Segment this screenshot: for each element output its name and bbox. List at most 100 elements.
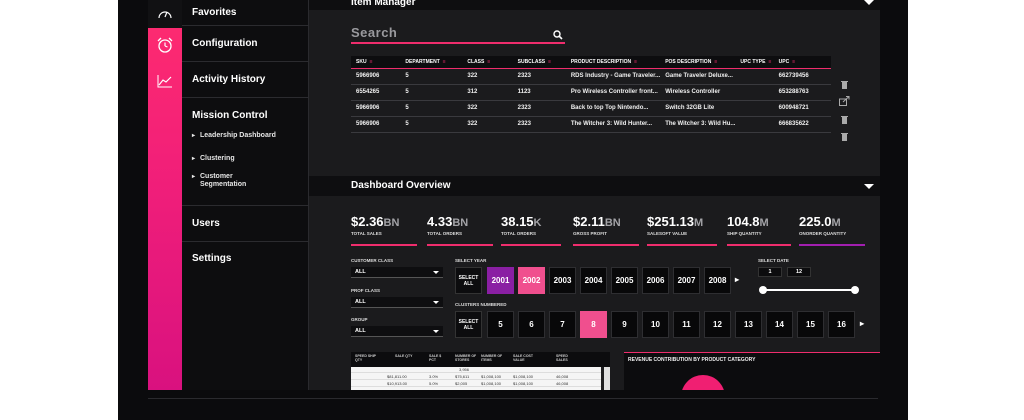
- section-title: Dashboard Overview: [351, 180, 451, 191]
- table-row[interactable]: 5966906 5 322 2323 Back to top Top Nintendo.…: [351, 100, 831, 117]
- cluster-chip[interactable]: 5: [487, 311, 514, 338]
- year-chip[interactable]: 2007: [673, 267, 700, 294]
- sidebar-item-activity-history[interactable]: Activity History: [182, 62, 309, 98]
- collapse-caret-icon[interactable]: [864, 0, 874, 5]
- filter-label: GROUP: [351, 317, 368, 322]
- filter-label: PROF CLASS: [351, 288, 381, 293]
- dashboard-overview-header[interactable]: Dashboard Overview: [309, 176, 880, 196]
- trash-icon[interactable]: [841, 111, 848, 129]
- cluster-chip[interactable]: 15: [797, 311, 824, 338]
- search-icon[interactable]: [553, 27, 563, 45]
- sub-item-clustering[interactable]: ▸ Clustering: [192, 155, 292, 163]
- summary-table-header: SPEED SHIP QTY SALE QTY SALE $ PCT NUMBE…: [351, 352, 610, 367]
- line-chart-icon[interactable]: [148, 64, 182, 98]
- sidebar-item-label: Mission Control: [192, 110, 268, 121]
- prof-class-select[interactable]: ALL: [351, 297, 443, 308]
- table-row[interactable]: 5966906 5 322 2323 The Witcher 3: Wild Hunte…: [351, 116, 831, 133]
- column-header[interactable]: POS DESCRIPTION ≡: [660, 56, 736, 69]
- year-chip[interactable]: 2008: [704, 267, 731, 294]
- chevron-right-icon[interactable]: ▸: [860, 319, 864, 328]
- cluster-chip[interactable]: 13: [735, 311, 762, 338]
- slider-handle-start[interactable]: [759, 286, 767, 294]
- trash-icon[interactable]: [841, 76, 848, 94]
- slider-handle-end[interactable]: [851, 286, 859, 294]
- kpi-strip: $2.36BN TOTAL SALES 4.33BN TOTAL ORDERS 38…: [351, 214, 871, 248]
- sidebar-item-label: Users: [192, 218, 220, 229]
- search-placeholder: Search: [351, 25, 398, 40]
- summary-table: SPEED SHIP QTY SALE QTY SALE $ PCT NUMBE…: [351, 352, 610, 390]
- sub-item-customer-segmentation[interactable]: ▸ Customer Segmentation: [192, 173, 262, 189]
- year-chip[interactable]: 2005: [611, 267, 638, 294]
- cluster-chip[interactable]: 16: [828, 311, 855, 338]
- column-header[interactable]: DEPARTMENT ≡: [400, 56, 463, 69]
- caret-right-icon: ▸: [192, 133, 196, 139]
- cluster-chip[interactable]: 9: [611, 311, 638, 338]
- kpi-gross-profit: $2.11BN GROSS PROFIT: [573, 214, 639, 246]
- cluster-chip[interactable]: 11: [673, 311, 700, 338]
- table-row: 3,956: [351, 367, 601, 373]
- year-chip[interactable]: 2004: [580, 267, 607, 294]
- column-header[interactable]: CLASS ≡: [462, 56, 513, 69]
- sidebar: Favorites Configuration Activity History…: [182, 0, 309, 390]
- caret-right-icon: ▸: [192, 174, 196, 180]
- revenue-pie-chart[interactable]: [681, 375, 725, 390]
- year-chip[interactable]: 2002: [518, 267, 545, 294]
- select-year-label: SELECT YEAR: [455, 258, 487, 263]
- cluster-chip[interactable]: 6: [518, 311, 545, 338]
- icon-rail: [148, 0, 182, 390]
- year-chip[interactable]: 2006: [642, 267, 669, 294]
- item-manager-header[interactable]: Item Manager: [309, 0, 880, 10]
- table-row[interactable]: 5966906 5 322 2323 RDS Industry - Game Trave…: [351, 68, 831, 85]
- item-table: SKU ≡ DEPARTMENT ≡ CLASS ≡ SUBCLASS ≡ PRODUC…: [351, 56, 831, 133]
- sidebar-item-users[interactable]: Users: [182, 206, 309, 242]
- year-chip[interactable]: 2001: [487, 267, 514, 294]
- cluster-chip[interactable]: 12: [704, 311, 731, 338]
- date-start-box[interactable]: 1: [758, 267, 782, 277]
- filter-label: CUSTOMER CLASS: [351, 258, 394, 263]
- column-header[interactable]: UPC TYPE ≡: [735, 56, 774, 69]
- kpi-salesoft-value: $251.13M SALESOFT VALUE: [647, 214, 717, 246]
- table-scrollbar[interactable]: [604, 367, 610, 390]
- sidebar-item-label: Favorites: [192, 7, 237, 18]
- sidebar-item-configuration[interactable]: Configuration: [182, 26, 309, 62]
- year-chip[interactable]: 2003: [549, 267, 576, 294]
- table-row[interactable]: 6554265 5 312 1123 Pro Wireless Controller f…: [351, 84, 831, 101]
- cluster-chip[interactable]: 8: [580, 311, 607, 338]
- column-header[interactable]: PRODUCT DESCRIPTION ≡: [565, 56, 661, 69]
- export-icon[interactable]: [839, 93, 850, 111]
- column-header[interactable]: SUBCLASS ≡: [512, 56, 566, 69]
- kpi-total-sales: $2.36BN TOTAL SALES: [351, 214, 417, 246]
- caret-right-icon: ▸: [192, 156, 196, 162]
- revenue-contribution-panel: REVENUE CONTRIBUTION BY PRODUCT CATEGORY: [624, 352, 880, 390]
- customer-class-select[interactable]: ALL: [351, 267, 443, 278]
- collapse-caret-icon[interactable]: [864, 184, 874, 189]
- chevron-right-icon[interactable]: ▸: [735, 275, 739, 284]
- cluster-chip[interactable]: 14: [766, 311, 793, 338]
- group-select[interactable]: ALL: [351, 326, 443, 337]
- gauge-icon[interactable]: [148, 0, 182, 28]
- device-bottom: [118, 390, 908, 420]
- panel-title: REVENUE CONTRIBUTION BY PRODUCT CATEGORY: [628, 357, 756, 363]
- column-header[interactable]: SKU ≡: [351, 56, 401, 69]
- date-end-box[interactable]: 12: [787, 267, 811, 277]
- select-all-clusters-button[interactable]: SELECT ALL: [455, 311, 482, 338]
- kpi-ship-quantity: 104.8M SHIP QUANTITY: [727, 214, 791, 246]
- section-title: Item Manager: [351, 0, 416, 8]
- alarm-clock-icon[interactable]: [148, 28, 182, 62]
- search-input[interactable]: Search: [351, 22, 565, 44]
- trash-icon[interactable]: [841, 128, 848, 146]
- column-header[interactable]: UPC ≡: [773, 56, 831, 69]
- summary-table-body: 3,956 $81,811.00 3.0% $75,611 $1,008,100…: [351, 367, 601, 390]
- select-date-label: SELECT DATE: [758, 258, 789, 263]
- date-range-slider[interactable]: [759, 286, 859, 294]
- select-all-years-button[interactable]: SELECT ALL: [455, 267, 482, 294]
- sidebar-item-settings[interactable]: Settings: [182, 242, 309, 274]
- app-screen: Favorites Configuration Activity History…: [148, 0, 880, 390]
- cluster-chip[interactable]: 7: [549, 311, 576, 338]
- cluster-chip[interactable]: 10: [642, 311, 669, 338]
- sub-item-leadership-dashboard[interactable]: ▸ Leadership Dashboard: [192, 132, 292, 140]
- chevron-down-icon: [433, 301, 439, 304]
- kpi-onorder-quantity: 225.0M ONORDER QUANTITY: [799, 214, 865, 246]
- sidebar-item-mission-control[interactable]: Mission Control: [182, 98, 309, 206]
- sidebar-item-favorites[interactable]: Favorites: [182, 0, 309, 26]
